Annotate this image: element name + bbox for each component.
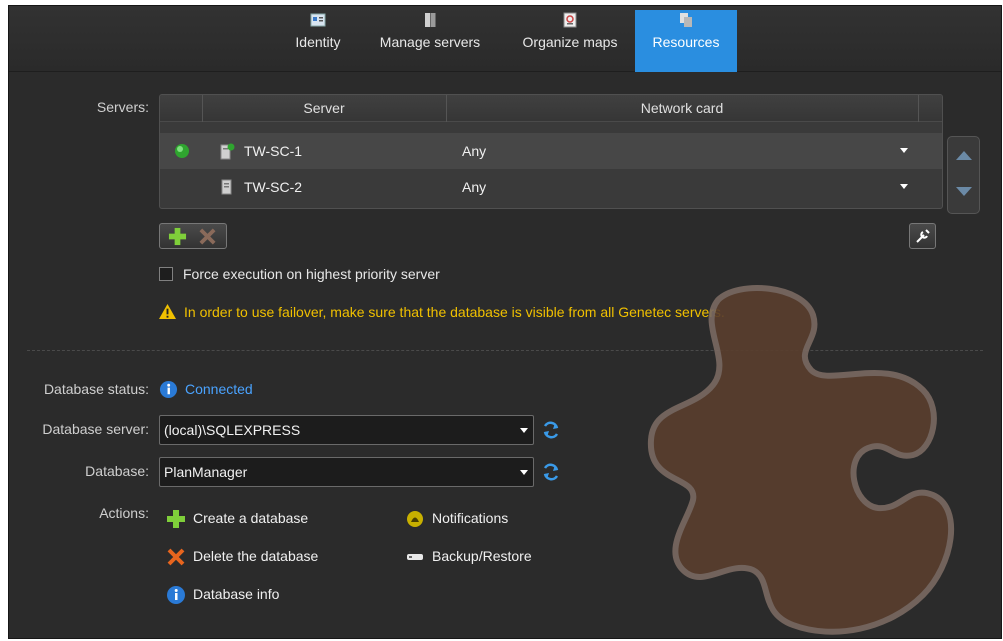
refresh-icon[interactable]: [541, 420, 561, 440]
refresh-icon[interactable]: [541, 462, 561, 482]
delete-database-label: Delete the database: [193, 548, 319, 564]
priority-buttons: [947, 136, 980, 214]
server-stack-icon: [425, 13, 436, 27]
server-icon: [220, 143, 235, 160]
database-status-label: Database status:: [43, 381, 149, 397]
notifications-label: Notifications: [432, 510, 509, 526]
database-info-label: Database info: [193, 586, 280, 602]
servers-label: Servers:: [96, 99, 149, 115]
info-icon: [159, 380, 178, 399]
backup-restore-label: Backup/Restore: [432, 548, 532, 564]
server-name: TW-SC-1: [244, 143, 303, 159]
puzzle-piece-icon: [647, 285, 955, 635]
network-card-value[interactable]: Any: [462, 133, 486, 169]
database-server-value: (local)\SQLEXPRESS: [164, 422, 301, 438]
tab-identity[interactable]: Identity: [283, 10, 353, 72]
servers-table: Server Network card TW-SC-1 Any TW-SC-2 …: [159, 94, 943, 209]
column-header-server[interactable]: Server: [202, 95, 446, 122]
move-up-icon[interactable]: [956, 151, 972, 160]
tab-organize-maps-label: Organize maps: [522, 34, 618, 50]
resources-icon: [680, 13, 692, 27]
database-server-label: Database server:: [42, 421, 149, 437]
tab-manage-servers-label: Manage servers: [379, 34, 481, 50]
online-status-icon: [175, 144, 189, 158]
delete-icon: [167, 548, 185, 566]
database-server-select[interactable]: (local)\SQLEXPRESS: [159, 415, 534, 445]
move-down-icon[interactable]: [956, 187, 972, 196]
database-value: PlanManager: [164, 464, 248, 480]
database-select[interactable]: PlanManager: [159, 457, 534, 487]
add-icon: [167, 510, 185, 528]
tab-bar: Identity Manage servers Organize maps Re…: [9, 6, 1001, 72]
servers-table-header: Server Network card: [160, 95, 942, 122]
chevron-down-icon[interactable]: [900, 184, 908, 189]
database-label: Database:: [85, 463, 149, 479]
column-separator: [918, 95, 919, 122]
identity-card-icon: [310, 13, 326, 27]
network-card-value[interactable]: Any: [462, 169, 486, 205]
add-remove-buttons: [159, 223, 227, 249]
settings-button[interactable]: [909, 223, 936, 249]
server-icon: [221, 179, 232, 195]
chevron-down-icon[interactable]: [520, 428, 528, 433]
actions-label: Actions:: [99, 505, 149, 521]
tab-resources-label: Resources: [652, 34, 720, 50]
chevron-down-icon[interactable]: [900, 148, 908, 153]
warning-icon: [159, 303, 176, 320]
add-server-icon[interactable]: [168, 227, 187, 246]
database-status-value: Connected: [185, 381, 253, 397]
create-database-label: Create a database: [193, 510, 309, 526]
table-row[interactable]: TW-SC-1 Any: [160, 133, 942, 169]
remove-server-icon[interactable]: [198, 227, 217, 246]
force-execution-checkbox[interactable]: [159, 267, 173, 281]
force-execution-label[interactable]: Force execution on highest priority serv…: [183, 266, 440, 282]
map-document-icon: [563, 12, 577, 28]
notification-bell-icon: [407, 511, 423, 527]
table-row[interactable]: TW-SC-2 Any: [160, 169, 942, 205]
backup-drive-icon: [407, 554, 423, 560]
tab-manage-servers[interactable]: Manage servers: [365, 10, 495, 72]
tab-identity-label: Identity: [295, 34, 341, 50]
server-name: TW-SC-2: [244, 179, 303, 195]
info-icon: [167, 586, 185, 604]
tab-organize-maps[interactable]: Organize maps: [506, 10, 634, 72]
tab-resources[interactable]: Resources: [635, 10, 737, 72]
chevron-down-icon[interactable]: [520, 470, 528, 475]
resources-panel: Identity Manage servers Organize maps Re…: [8, 5, 1002, 639]
wrench-icon: [916, 229, 930, 243]
column-header-network-card[interactable]: Network card: [446, 95, 918, 122]
